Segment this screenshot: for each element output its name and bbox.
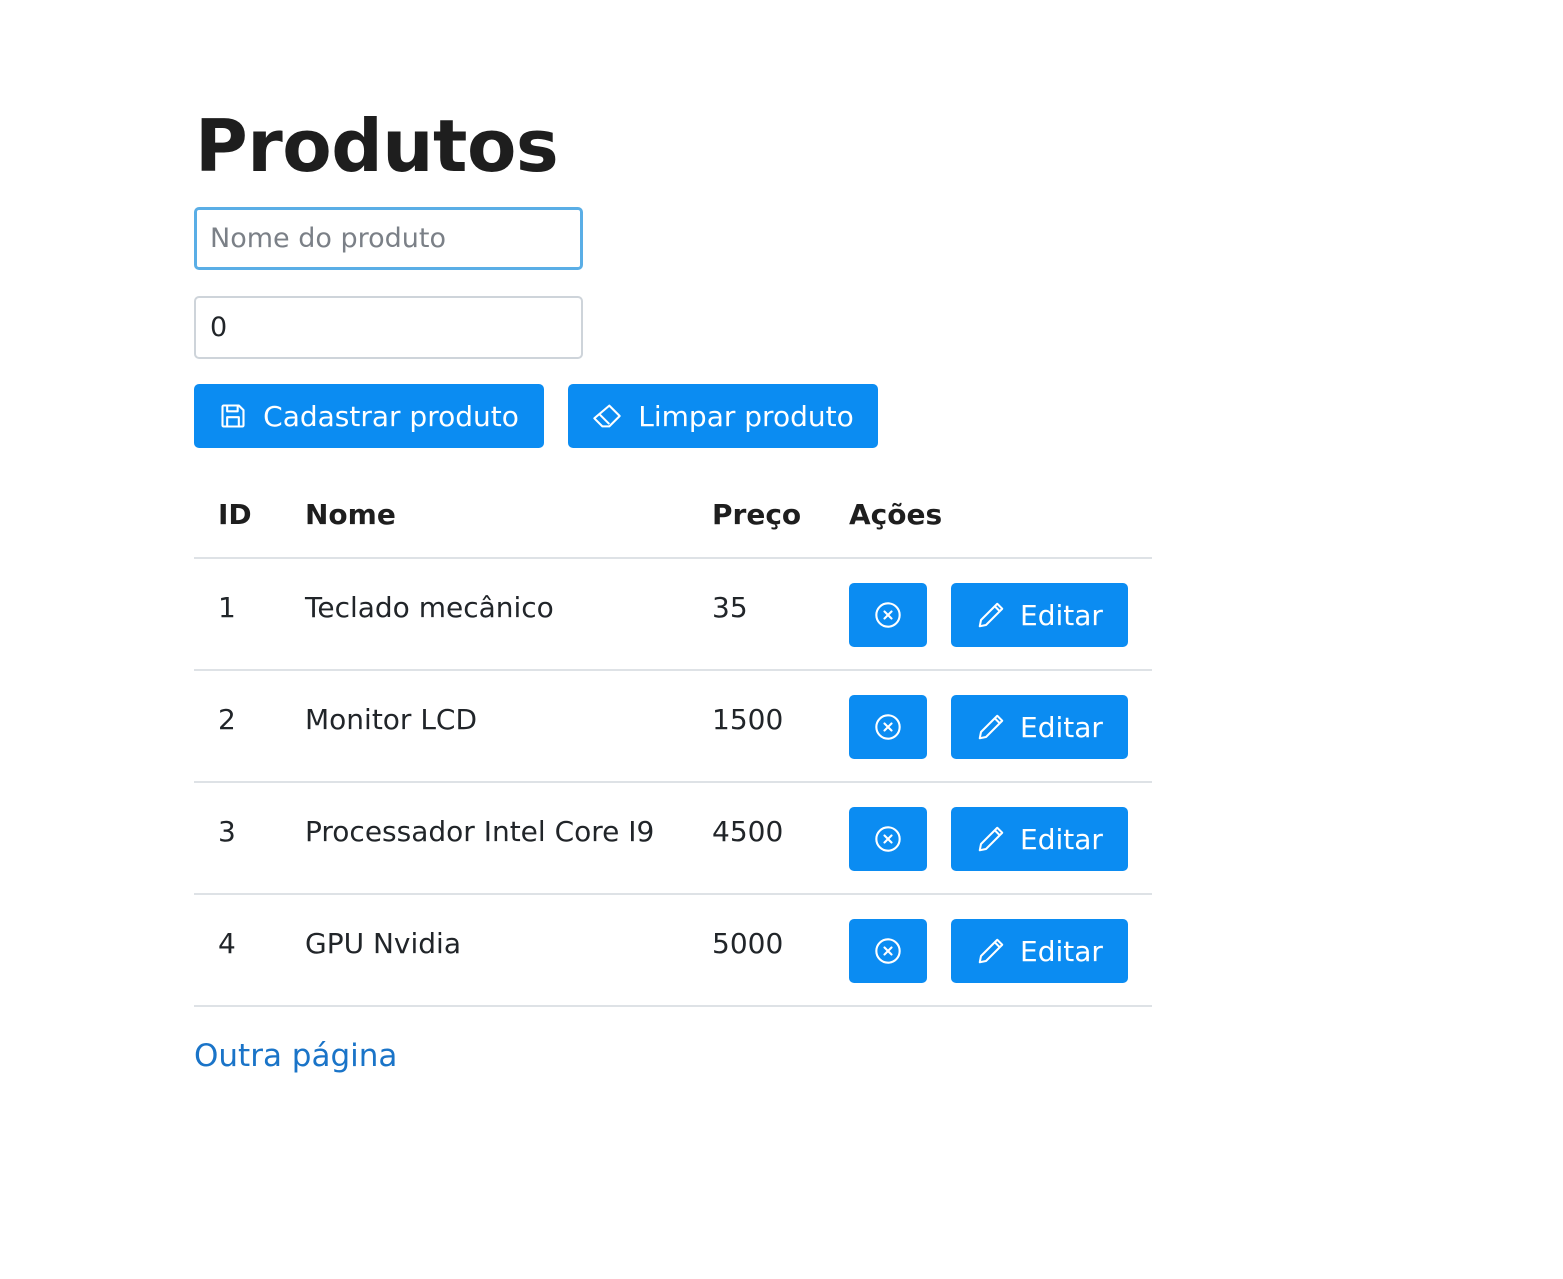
cell-actions: Editar [825,894,1152,1007]
cell-preco: 1500 [688,670,825,783]
other-page-link[interactable]: Outra página [194,1038,397,1074]
table-row: 3 Processador Intel Core I9 4500 Editar [194,782,1152,895]
pencil-icon [976,936,1006,966]
edit-button[interactable]: Editar [951,583,1128,647]
cell-actions: Editar [825,782,1152,895]
table-row: 1 Teclado mecânico 35 Editar [194,558,1152,671]
table-row: 2 Monitor LCD 1500 Editar [194,670,1152,783]
cell-preco: 35 [688,558,825,671]
table-row: 4 GPU Nvidia 5000 Editar [194,894,1152,1007]
edit-button[interactable]: Editar [951,919,1128,983]
eraser-icon [592,402,622,430]
header-id: ID [194,472,281,559]
pencil-icon [976,600,1006,630]
cell-id: 4 [194,894,281,1007]
cell-actions: Editar [825,558,1152,671]
cell-nome: Teclado mecânico [281,558,688,671]
delete-button[interactable] [849,583,927,647]
cell-nome: Monitor LCD [281,670,688,783]
save-product-button[interactable]: Cadastrar produto [194,384,544,448]
cell-preco: 5000 [688,894,825,1007]
x-circle-icon [874,713,902,741]
delete-button[interactable] [849,695,927,759]
cell-preco: 4500 [688,782,825,895]
pencil-icon [976,712,1006,742]
products-table: ID Nome Preço Ações 1 Teclado mecânico 3… [194,472,1152,1007]
floppy-disk-icon [219,402,247,430]
cell-id: 2 [194,670,281,783]
product-name-input[interactable] [194,207,583,270]
delete-button[interactable] [849,919,927,983]
cell-nome: GPU Nvidia [281,894,688,1007]
page-title: Produtos [195,104,559,188]
table-header-row: ID Nome Preço Ações [194,472,1152,559]
x-circle-icon [874,825,902,853]
product-price-input[interactable] [194,296,583,359]
x-circle-icon [874,937,902,965]
cell-id: 3 [194,782,281,895]
edit-label: Editar [1020,710,1103,744]
cell-nome: Processador Intel Core I9 [281,782,688,895]
cell-actions: Editar [825,670,1152,783]
clear-product-label: Limpar produto [638,399,854,433]
pencil-icon [976,824,1006,854]
header-nome: Nome [281,472,688,559]
delete-button[interactable] [849,807,927,871]
cell-id: 1 [194,558,281,671]
header-acoes: Ações [825,472,1152,559]
edit-button[interactable]: Editar [951,807,1128,871]
x-circle-icon [874,601,902,629]
save-product-label: Cadastrar produto [263,399,519,433]
edit-label: Editar [1020,934,1103,968]
edit-button[interactable]: Editar [951,695,1128,759]
clear-product-button[interactable]: Limpar produto [568,384,878,448]
header-preco: Preço [688,472,825,559]
edit-label: Editar [1020,822,1103,856]
edit-label: Editar [1020,598,1103,632]
